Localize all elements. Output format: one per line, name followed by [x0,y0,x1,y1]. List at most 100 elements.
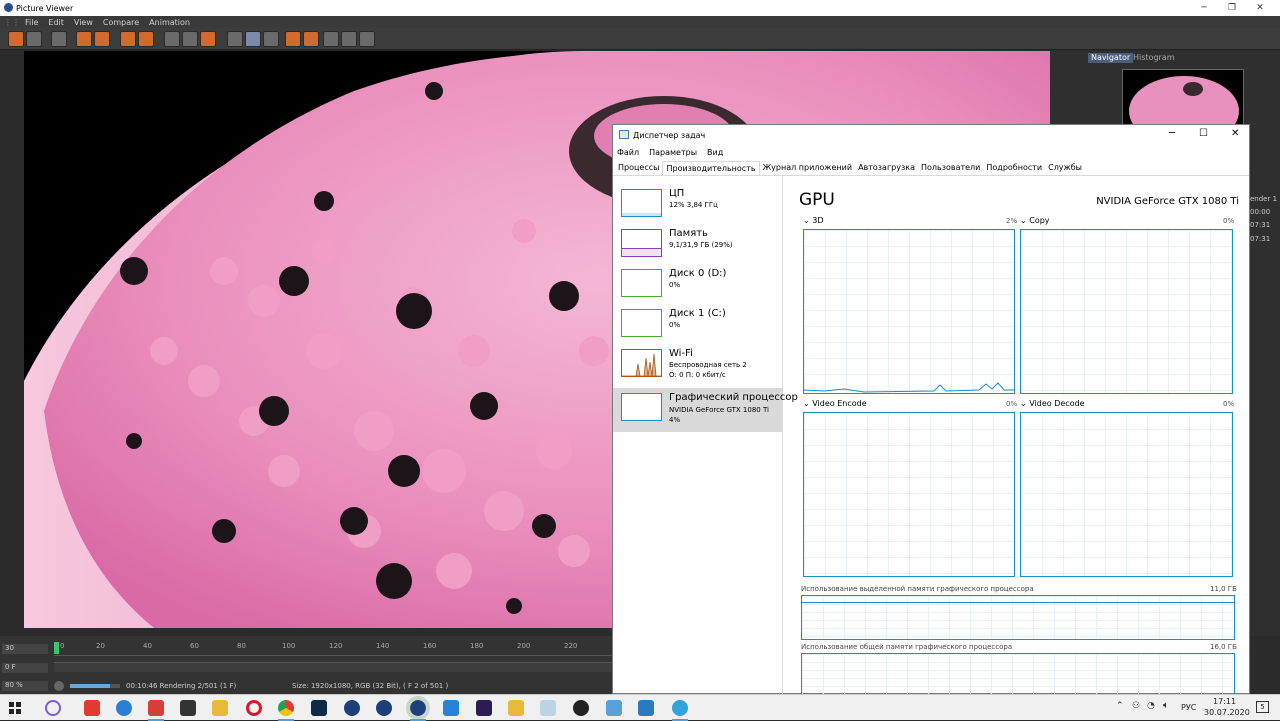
tab-performance[interactable]: Производительность [662,161,760,175]
clock-date[interactable]: 30.07.2020 [1204,708,1250,717]
acrobat-icon[interactable] [84,700,100,716]
maximize-button[interactable]: ❐ [1218,0,1246,16]
resource-sub: 9,1/31,9 ГБ (29%) [669,241,733,249]
tm-menubar: Файл Параметры Вид [613,145,1249,159]
resource-wifi[interactable]: Wi-Fi Беспроводная сеть 2 О: 0 П: 0 кбит… [613,346,783,386]
tab-users[interactable]: Пользователи [918,161,983,175]
set-a-icon[interactable] [285,31,301,47]
explorer-icon[interactable] [212,700,228,716]
chrome-icon[interactable] [278,700,294,721]
tick-label: 140 [376,642,390,650]
viewer-toolbar [0,28,1280,50]
opera-icon[interactable] [246,700,262,716]
render-icon[interactable] [76,31,92,47]
resource-sub: Беспроводная сеть 2 [669,361,747,369]
resource-cpu[interactable]: ЦП 12% 3,84 ГГц [613,186,783,226]
menu-animation[interactable]: Animation [149,18,190,27]
notifications-icon[interactable]: 5 [1256,701,1269,713]
maximize-button[interactable]: ☐ [1199,128,1208,139]
network-icon[interactable]: ◔ [1147,701,1155,711]
photoshop-icon[interactable] [311,700,327,716]
save-sequence-icon[interactable] [51,31,67,47]
tab-navigator[interactable]: Navigator [1088,53,1134,63]
playhead[interactable] [54,642,59,654]
clock-time[interactable]: 17:11 [1213,697,1236,706]
swap-icon[interactable] [200,31,216,47]
menu-file[interactable]: Файл [617,148,639,157]
tab-details[interactable]: Подробности [983,161,1045,175]
paste-icon[interactable] [138,31,154,47]
store-icon[interactable] [180,700,196,716]
cinema4d-icon[interactable] [376,700,392,716]
tab-services[interactable]: Службы [1045,161,1085,175]
cinema4d-icon[interactable] [344,700,360,716]
frame-track[interactable] [54,662,612,672]
graph-pct-copy: 0% [1223,217,1235,225]
gpu-title: GPU [799,190,835,210]
cinema4d-icon[interactable] [406,696,430,721]
frame-field[interactable]: 0 F [2,663,48,673]
resource-disk-1[interactable]: Диск 1 (C:) 0% [613,306,783,346]
open-icon[interactable] [8,31,24,47]
people-icon[interactable]: ⚇ [1132,701,1140,711]
explorer-icon[interactable] [508,700,524,716]
zoom-field[interactable]: 80 % [2,681,48,691]
grip-icon: ⋮⋮ [4,17,20,27]
photos-icon[interactable] [638,700,654,716]
mail-icon[interactable] [443,700,459,716]
notepad-icon[interactable] [606,700,622,716]
split-icon[interactable] [182,31,198,47]
stereo-icon[interactable] [359,31,375,47]
start-frame-field[interactable]: 30 [2,644,48,654]
fit-icon[interactable] [227,31,243,47]
navigator-thumbnail[interactable] [1122,69,1244,127]
keyboard-language[interactable]: РУС [1181,703,1196,712]
tick-label: 220 [564,642,578,650]
taskbar-app-icon[interactable] [148,700,164,721]
minimize-button[interactable]: ─ [1169,128,1175,139]
set-b-icon[interactable] [303,31,319,47]
cortana-icon[interactable] [45,700,61,716]
cpu-mini-graph [621,189,662,217]
menu-compare[interactable]: Compare [103,18,139,27]
close-button[interactable]: ✕ [1231,128,1239,139]
aftereffects-icon[interactable] [476,700,492,716]
save-icon[interactable] [26,31,42,47]
edge-icon[interactable] [116,700,132,716]
resource-gpu[interactable]: Графический процессор NVIDIA GeForce GTX… [613,388,798,432]
resource-memory[interactable]: Память 9,1/31,9 ГБ (29%) [613,226,783,266]
filter-icon[interactable] [323,31,339,47]
windows-start-icon[interactable] [9,702,21,714]
disk1-mini-graph [621,309,662,337]
image-viewer-icon[interactable] [540,700,556,716]
minimize-button[interactable]: ─ [1190,0,1218,16]
timeline-ruler[interactable]: 0 20 40 60 80 100 120 140 160 180 200 22… [54,642,612,656]
memory-mini-graph [621,229,662,257]
play-icon[interactable] [54,681,64,691]
render-region-icon[interactable] [94,31,110,47]
close-button[interactable]: ✕ [1246,0,1274,16]
fullscreen-icon[interactable] [245,31,261,47]
side-fragment: 00:00 [1250,208,1271,216]
copy-icon[interactable] [120,31,136,47]
resource-disk-0[interactable]: Диск 0 (D:) 0% [613,266,783,306]
tab-processes[interactable]: Процессы [615,161,662,175]
tab-histogram[interactable]: Histogram [1130,53,1178,63]
telegram-icon[interactable] [672,700,688,721]
media-player-icon[interactable] [573,700,589,716]
menu-view[interactable]: Вид [707,148,723,157]
resource-name: Диск 0 (D:) [669,268,727,279]
tray-chevron-icon[interactable]: ⌃ [1116,701,1124,711]
volume-icon[interactable]: 🔈︎ [1163,700,1169,711]
tab-startup[interactable]: Автозагрузка [855,161,918,175]
menu-file[interactable]: File [25,18,38,27]
zoom-icon[interactable] [341,31,357,47]
tab-app-history[interactable]: Журнал приложений [760,161,856,175]
menu-view[interactable]: View [74,18,93,27]
channel-icon[interactable] [263,31,279,47]
ab-compare-icon[interactable] [164,31,180,47]
menu-edit[interactable]: Edit [48,18,64,27]
graph-video-encode [803,412,1015,577]
tick-label: 60 [190,642,199,650]
menu-options[interactable]: Параметры [649,148,697,157]
